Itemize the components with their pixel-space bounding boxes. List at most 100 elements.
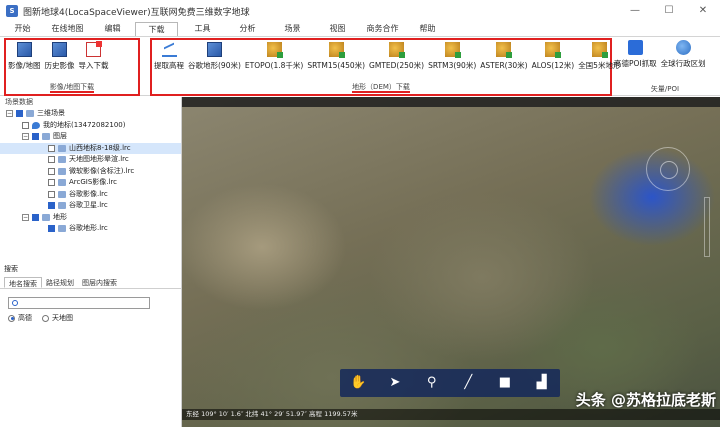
tree-node-layer[interactable]: 山西地标8-18级.lrc [0,142,181,154]
tree-node-layer[interactable]: 谷歌影像.lrc [0,189,181,201]
tab-analysis[interactable]: 分析 [225,22,270,36]
dem-icon [266,42,283,58]
search-box[interactable] [8,297,150,309]
measure-tool-icon[interactable]: ▟ [534,375,550,391]
polygon-tool-icon[interactable]: ■ [497,375,513,391]
pan-hand-icon[interactable]: ✋ [350,375,366,391]
collapse-icon[interactable]: − [22,213,29,221]
radio-icon[interactable] [42,314,49,322]
terrain-folder-icon [42,213,50,221]
search-input[interactable] [21,299,147,308]
tab-edit[interactable]: 编辑 [90,22,135,36]
compass-icon[interactable] [646,147,690,191]
zoom-slider[interactable] [704,197,710,257]
google-terrain-button[interactable]: 谷歌地形(90米) [186,42,243,71]
tab-download[interactable]: 下载 [135,22,178,36]
vector-poi-group: 高德POI抓取 全球行政区划 矢量/POI [612,38,718,96]
tree-node-layer[interactable]: 谷歌地形.lrc [0,223,181,235]
layer-file-icon [58,179,66,187]
search-tabs: 地名搜索 路径规划 图层内搜索 [0,277,182,289]
title-bar: S 图新地球4(LocaSpaceViewer)互联网免费三维数字地球 — ☐ … [0,0,720,22]
tree-node-layer[interactable]: 天地图地形晕渲.lrc [0,154,181,166]
extract-elevation-button[interactable]: 提取高程 [152,42,186,71]
layer-file-icon [58,156,66,164]
checkbox[interactable] [16,110,23,118]
import-download-button[interactable]: 导入下载 [77,41,111,71]
map-view[interactable]: ✋ ➤ ⚲ ╱ ■ ▟ 头条 @苏格拉底老斯 东经 109° 10′ 1.6″ … [182,97,720,427]
tab-start[interactable]: 开始 [0,22,45,36]
map-toolbar: ✋ ➤ ⚲ ╱ ■ ▟ [340,369,560,397]
tree-node-terrain[interactable]: − 地形 [0,212,181,224]
tab-view[interactable]: 视图 [315,22,360,36]
checkbox[interactable] [48,179,55,187]
tree-node-my-placemarks[interactable]: 我的地标(13472082100) [0,120,181,132]
tree-node-layer[interactable]: ArcGIS影像.lrc [0,177,181,189]
dem-icon [389,42,406,58]
minimize-button[interactable]: — [618,0,652,22]
radio-tianditu[interactable]: 天地图 [42,313,73,323]
group-label: 矢量/POI [650,85,680,93]
aster-button[interactable]: ASTER(30米) [478,42,529,71]
maximize-button[interactable]: ☐ [652,0,686,22]
imagery-download-group: 影像/地图 历史影像 导入下载 影像/地图下载 [4,38,140,96]
sidebar-header: 场景数据 [5,98,33,106]
tab-layer-search[interactable]: 图层内搜索 [78,277,121,288]
gaode-poi-button[interactable]: 高德POI抓取 [612,40,659,69]
terrain-icon [206,42,222,57]
layer-tree: − 三维场景 我的地标(13472082100) − 图层 山西地标8-18级.lr… [0,107,181,235]
checkbox[interactable] [48,156,55,164]
collapse-icon[interactable]: − [22,133,29,141]
checkbox[interactable] [48,190,55,198]
gmted-button[interactable]: GMTED(250米) [367,42,426,71]
history-imagery-icon [52,42,68,57]
placemark-icon[interactable]: ⚲ [424,375,440,391]
srtm3-button[interactable]: SRTM3(90米) [426,42,478,71]
global-admin-division-button[interactable]: 全球行政区划 [659,40,708,69]
search-source: 高德 天地图 [8,313,182,323]
globe-icon [26,110,34,118]
tab-business[interactable]: 商务合作 [360,22,405,36]
layer-file-icon [58,225,66,233]
dem-icon [444,42,461,58]
layers-icon [42,133,50,141]
tree-node-layers[interactable]: − 图层 [0,131,181,143]
checkbox[interactable] [22,121,29,129]
collapse-icon[interactable]: − [6,110,13,118]
sidebar: 场景数据 − 三维场景 我的地标(13472082100) − 图层 山西地标8-1… [0,97,182,427]
checkbox[interactable] [32,213,39,221]
dem-icon [545,42,562,58]
search-title: 搜索 [4,265,18,273]
layer-file-icon [58,190,66,198]
tree-node-layer[interactable]: 微软影像(含标注).lrc [0,166,181,178]
globe-icon [675,40,691,55]
select-arrow-icon[interactable]: ➤ [387,375,403,391]
etopo-button[interactable]: ETOPO(1.8千米) [243,42,305,71]
historical-imagery-button[interactable]: 历史影像 [43,42,77,71]
dem-icon [496,42,513,58]
group-label: 影像/地图下载 [49,83,95,93]
tab-tools[interactable]: 工具 [180,22,225,36]
checkbox[interactable] [32,133,39,141]
tab-online-map[interactable]: 在线地图 [45,22,90,36]
srtm15-button[interactable]: SRTM15(450米) [305,42,367,71]
app-logo-icon: S [6,5,18,17]
imagery-map-button[interactable]: 影像/地图 [6,42,43,71]
checkbox[interactable] [48,202,55,210]
checkbox[interactable] [48,167,55,175]
tab-help[interactable]: 帮助 [405,22,450,36]
layer-file-icon [58,202,66,210]
tree-node-3d-scene[interactable]: − 三维场景 [0,108,181,120]
close-button[interactable]: ✕ [686,0,720,22]
alos-button[interactable]: ALOS(12米) [530,42,577,71]
watermark: 头条 @苏格拉底老斯 [575,391,716,409]
tab-route-planning[interactable]: 路径规划 [42,277,78,288]
checkbox[interactable] [48,144,55,152]
tab-scene[interactable]: 场景 [270,22,315,36]
tab-place-search[interactable]: 地名搜索 [4,277,42,288]
radio-icon[interactable] [8,314,15,322]
tree-node-layer[interactable]: 谷歌卫星.lrc [0,200,181,212]
line-tool-icon[interactable]: ╱ [460,375,476,391]
checkbox[interactable] [48,225,55,233]
radio-gaode[interactable]: 高德 [8,313,32,323]
dem-download-group: 提取高程 谷歌地形(90米) ETOPO(1.8千米) SRTM15(450米)… [150,38,620,96]
